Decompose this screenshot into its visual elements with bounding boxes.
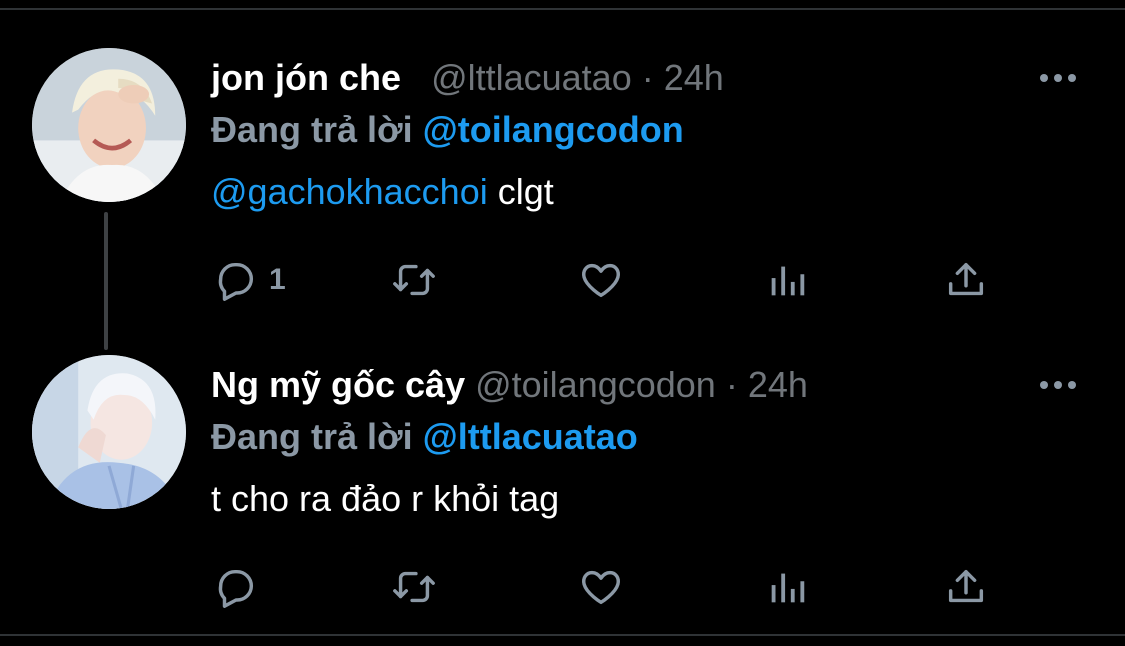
share-button[interactable]: [943, 563, 989, 611]
user-handle[interactable]: @toilangcodon: [475, 364, 716, 405]
body-text: clgt: [487, 171, 554, 212]
more-dot: [1054, 381, 1062, 389]
analytics-icon: [771, 266, 805, 296]
body-text: t cho ra đảo r khỏi tag: [211, 478, 560, 519]
share-icon: [948, 569, 984, 603]
analytics-button[interactable]: [764, 563, 810, 611]
replying-to-line: Đang trả lời @lttlacuatao: [211, 415, 638, 459]
tweet-header: Ng mỹ gốc cây @toilangcodon · 24h: [211, 363, 808, 407]
more-dot: [1040, 74, 1048, 82]
separator-dot: ·: [725, 364, 738, 405]
replying-to-mention[interactable]: @toilangcodon: [423, 109, 684, 150]
retweet-button[interactable]: [391, 563, 437, 611]
reply-icon: [218, 569, 254, 608]
analytics-button[interactable]: [764, 256, 810, 304]
separator-dot: ·: [641, 57, 654, 98]
reply-count: 1: [269, 263, 286, 296]
more-options-button[interactable]: [1040, 373, 1076, 397]
tweet-actions: [213, 563, 1003, 611]
more-dot: [1054, 74, 1062, 82]
more-dot: [1068, 381, 1076, 389]
tweet-actions: 1: [213, 256, 1003, 304]
more-dot: [1068, 74, 1076, 82]
tweet-text: @gachokhacchoi clgt: [211, 170, 554, 214]
timestamp[interactable]: 24h: [748, 364, 808, 405]
replying-prefix: Đang trả lời: [211, 416, 413, 457]
retweet-button[interactable]: [391, 256, 437, 304]
timestamp[interactable]: 24h: [664, 57, 724, 98]
replying-prefix: Đang trả lời: [211, 109, 413, 150]
bottom-divider: [0, 634, 1125, 636]
avatar[interactable]: [32, 355, 186, 509]
reply-button[interactable]: 1: [213, 256, 286, 304]
display-name[interactable]: jon jón che: [211, 57, 401, 98]
replying-to-mention[interactable]: @lttlacuatao: [423, 416, 638, 457]
avatar[interactable]: [32, 48, 186, 202]
more-dot: [1040, 381, 1048, 389]
avatar-photo-icon: [32, 355, 186, 509]
body-mention[interactable]: @gachokhacchoi: [211, 171, 488, 212]
more-options-button[interactable]: [1040, 66, 1076, 90]
replying-to-line: Đang trả lời @toilangcodon: [211, 108, 684, 152]
reply-button[interactable]: [213, 563, 259, 611]
heart-icon: [582, 263, 620, 298]
like-button[interactable]: [578, 563, 624, 611]
share-button[interactable]: [943, 256, 989, 304]
thread-connector-line: [104, 212, 108, 350]
retweet-icon: [393, 571, 435, 603]
tweet-header: jon jón che @lttlacuatao · 24h: [211, 56, 724, 100]
share-icon: [948, 262, 984, 296]
analytics-icon: [771, 573, 805, 603]
heart-icon: [582, 570, 620, 605]
user-handle[interactable]: @lttlacuatao: [431, 57, 632, 98]
tweet-text: t cho ra đảo r khỏi tag: [211, 477, 559, 521]
retweet-icon: [393, 264, 435, 296]
like-button[interactable]: [578, 256, 624, 304]
avatar-photo-icon: [32, 48, 186, 202]
top-divider: [0, 8, 1125, 10]
display-name[interactable]: Ng mỹ gốc cây: [211, 364, 465, 405]
reply-icon: [218, 262, 254, 301]
